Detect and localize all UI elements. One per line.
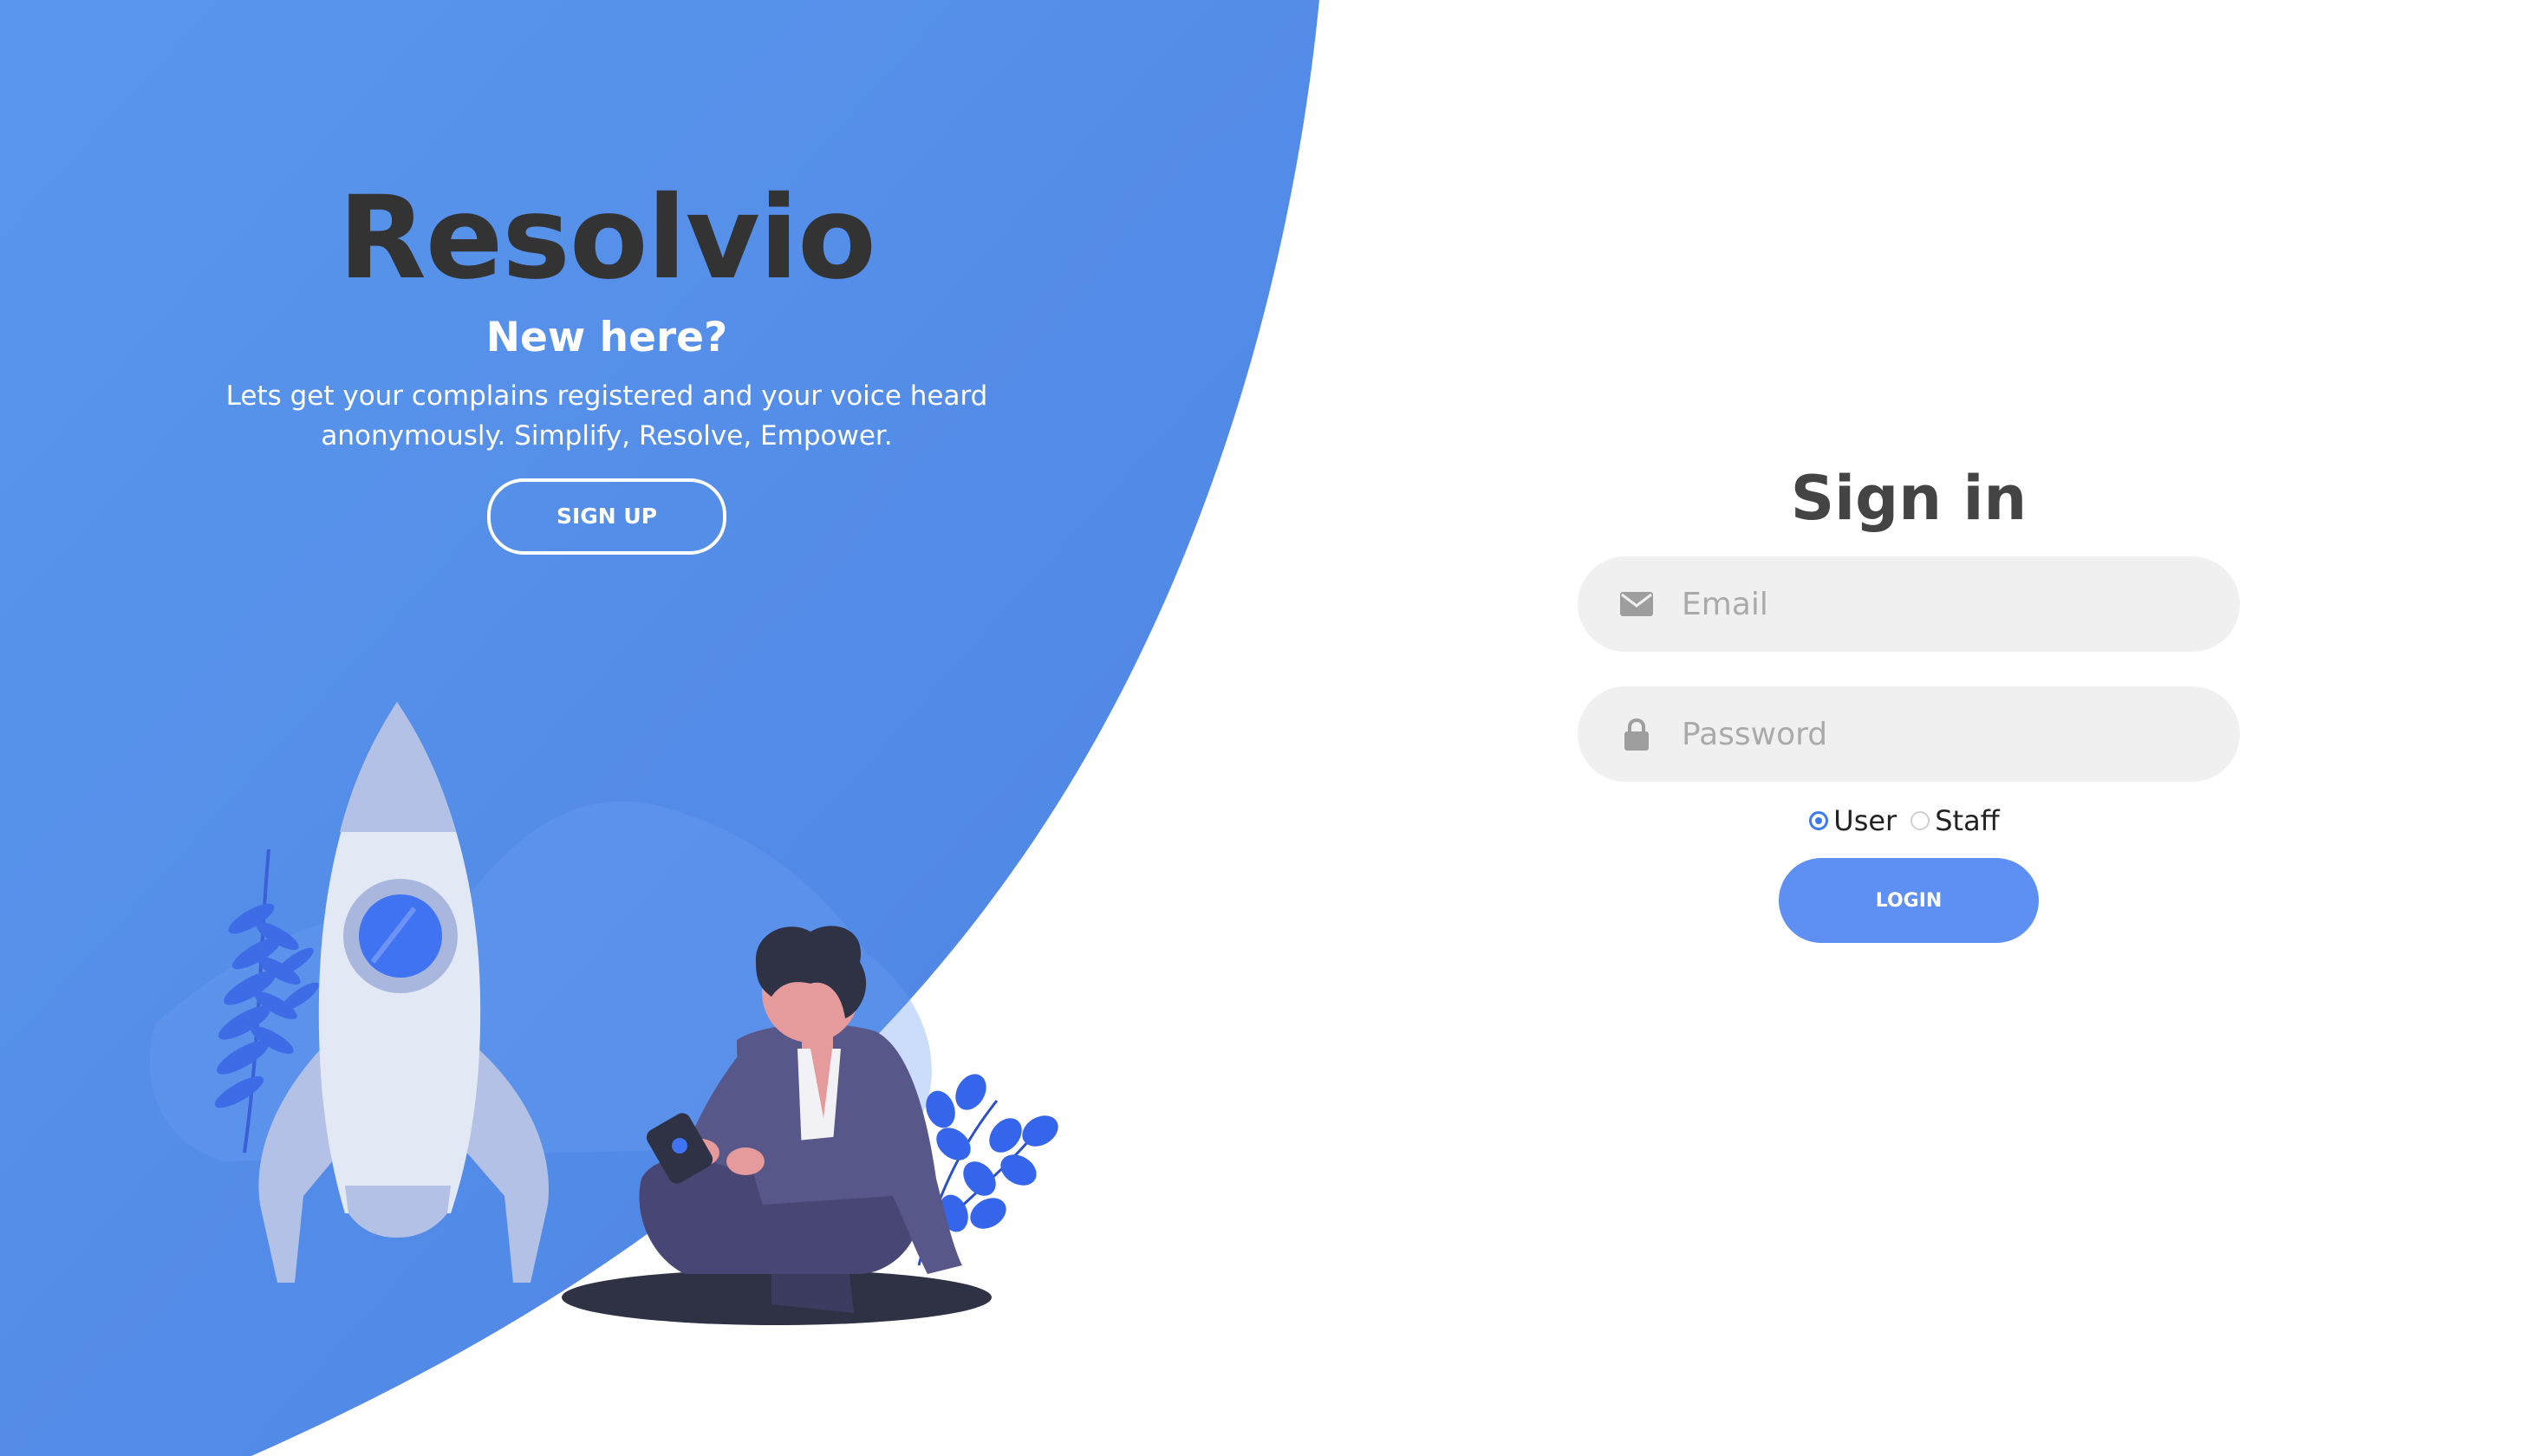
brand-title: Resolvio xyxy=(338,172,876,305)
email-input[interactable] xyxy=(1680,564,2221,644)
role-selector: User Staff xyxy=(1578,804,2240,837)
sign-in-heading: Sign in xyxy=(1790,463,2028,534)
password-field-container[interactable] xyxy=(1578,686,2240,782)
welcome-section: Resolvio New here? Lets get your complai… xyxy=(156,173,1058,555)
lock-icon xyxy=(1619,717,1654,751)
login-page: Resolvio New here? Lets get your complai… xyxy=(0,0,2545,1456)
user-radio[interactable] xyxy=(1809,811,1829,830)
login-button[interactable]: LOGIN xyxy=(1779,858,2039,943)
login-form: Sign in User Staff xyxy=(1578,459,2240,943)
user-radio-label[interactable]: User xyxy=(1833,804,1897,837)
signup-button[interactable]: SIGN UP xyxy=(487,478,726,555)
envelope-icon xyxy=(1619,587,1654,621)
password-input[interactable] xyxy=(1680,694,2221,774)
new-here-heading: New here? xyxy=(485,314,728,361)
email-field-container[interactable] xyxy=(1578,556,2240,652)
staff-radio[interactable] xyxy=(1910,811,1930,830)
staff-radio-label[interactable]: Staff xyxy=(1935,804,2000,837)
tagline-text: Lets get your complains registered and y… xyxy=(225,380,988,452)
